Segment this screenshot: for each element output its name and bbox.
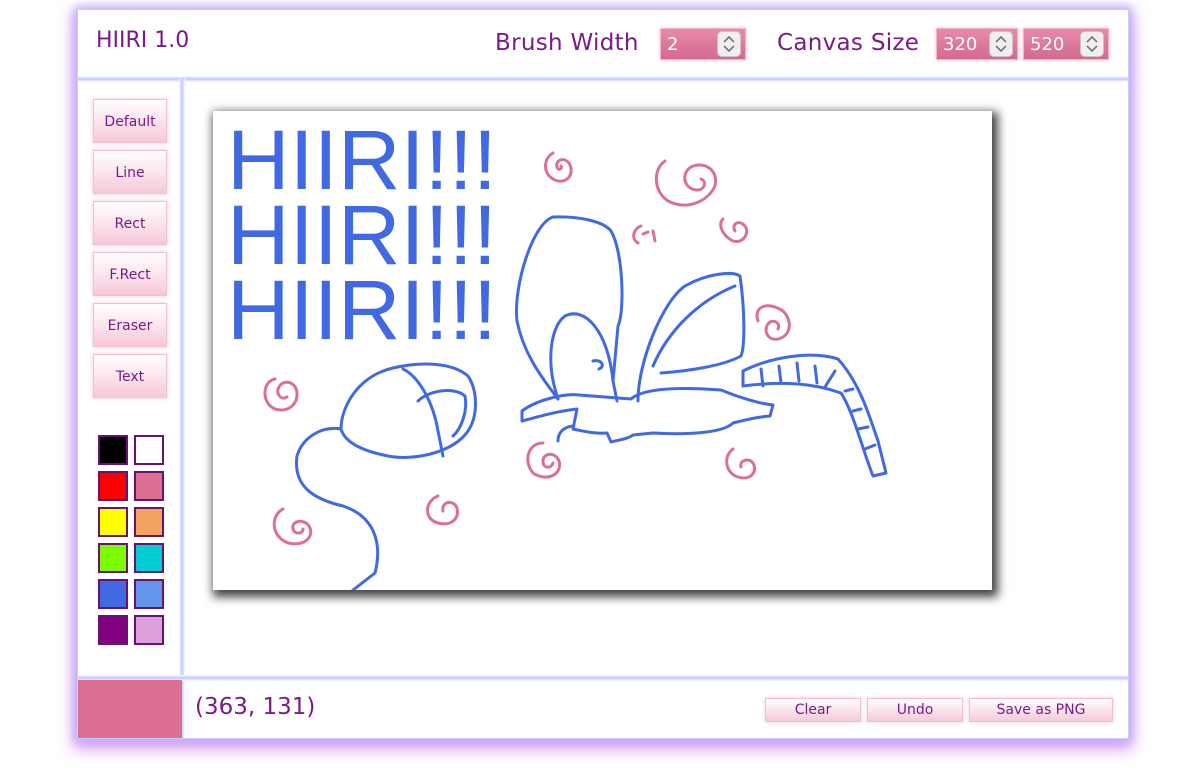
current-color-indicator bbox=[78, 680, 182, 738]
canvas-height-value: 520 bbox=[1030, 34, 1065, 55]
undo-button[interactable]: Undo bbox=[867, 698, 963, 722]
swatch-red[interactable] bbox=[98, 471, 128, 501]
swatch-pink[interactable] bbox=[134, 471, 164, 501]
save-png-button[interactable]: Save as PNG bbox=[969, 698, 1113, 722]
cursor-coordinates: (363, 131) bbox=[195, 694, 316, 720]
canvas-width-spinner[interactable]: 320 bbox=[936, 28, 1018, 60]
brush-width-label: Brush Width bbox=[495, 30, 639, 56]
swatch-white[interactable] bbox=[134, 435, 164, 465]
swatch-green[interactable] bbox=[98, 543, 128, 573]
canvas-height-stepper-icon[interactable] bbox=[1080, 31, 1104, 57]
canvas-width-value: 320 bbox=[943, 34, 978, 55]
canvas-text-line: HIIRI!!! bbox=[227, 263, 497, 357]
sidebar-divider bbox=[179, 79, 185, 738]
brush-width-stepper-icon[interactable] bbox=[717, 31, 741, 57]
brush-width-spinner[interactable]: 2 bbox=[660, 28, 746, 60]
swatch-light-blue[interactable] bbox=[134, 579, 164, 609]
header-divider bbox=[78, 76, 1128, 82]
tool-line-button[interactable]: Line bbox=[93, 150, 167, 194]
tool-default-button[interactable]: Default bbox=[93, 99, 167, 143]
swatch-purple[interactable] bbox=[98, 615, 128, 645]
clear-button[interactable]: Clear bbox=[765, 698, 861, 722]
canvas-size-label: Canvas Size bbox=[777, 30, 920, 56]
swatch-black[interactable] bbox=[98, 435, 128, 465]
swatch-orange[interactable] bbox=[134, 507, 164, 537]
swatch-lavender[interactable] bbox=[134, 615, 164, 645]
tool-rect-button[interactable]: Rect bbox=[93, 201, 167, 245]
paint-app-window: HIIRI 1.0 Brush Width 2 Canvas Size 320 … bbox=[77, 9, 1129, 739]
computer-mouse-drawing bbox=[295, 362, 477, 590]
app-title: HIIRI 1.0 bbox=[96, 28, 190, 53]
swatch-yellow[interactable] bbox=[98, 507, 128, 537]
canvas-width-stepper-icon[interactable] bbox=[989, 31, 1013, 57]
swatch-cyan[interactable] bbox=[134, 543, 164, 573]
mouse-animal-drawing bbox=[514, 215, 888, 478]
drawing-canvas[interactable]: HIIRI!!! HIIRI!!! HIIRI!!! bbox=[213, 111, 992, 590]
tool-text-button[interactable]: Text bbox=[93, 354, 167, 398]
canvas-height-spinner[interactable]: 520 bbox=[1023, 28, 1109, 60]
tool-eraser-button[interactable]: Eraser bbox=[93, 303, 167, 347]
footer-divider bbox=[78, 675, 1128, 681]
swatch-blue[interactable] bbox=[98, 579, 128, 609]
brush-width-value: 2 bbox=[667, 34, 679, 55]
tool-filled-rect-button[interactable]: F.Rect bbox=[93, 252, 167, 296]
